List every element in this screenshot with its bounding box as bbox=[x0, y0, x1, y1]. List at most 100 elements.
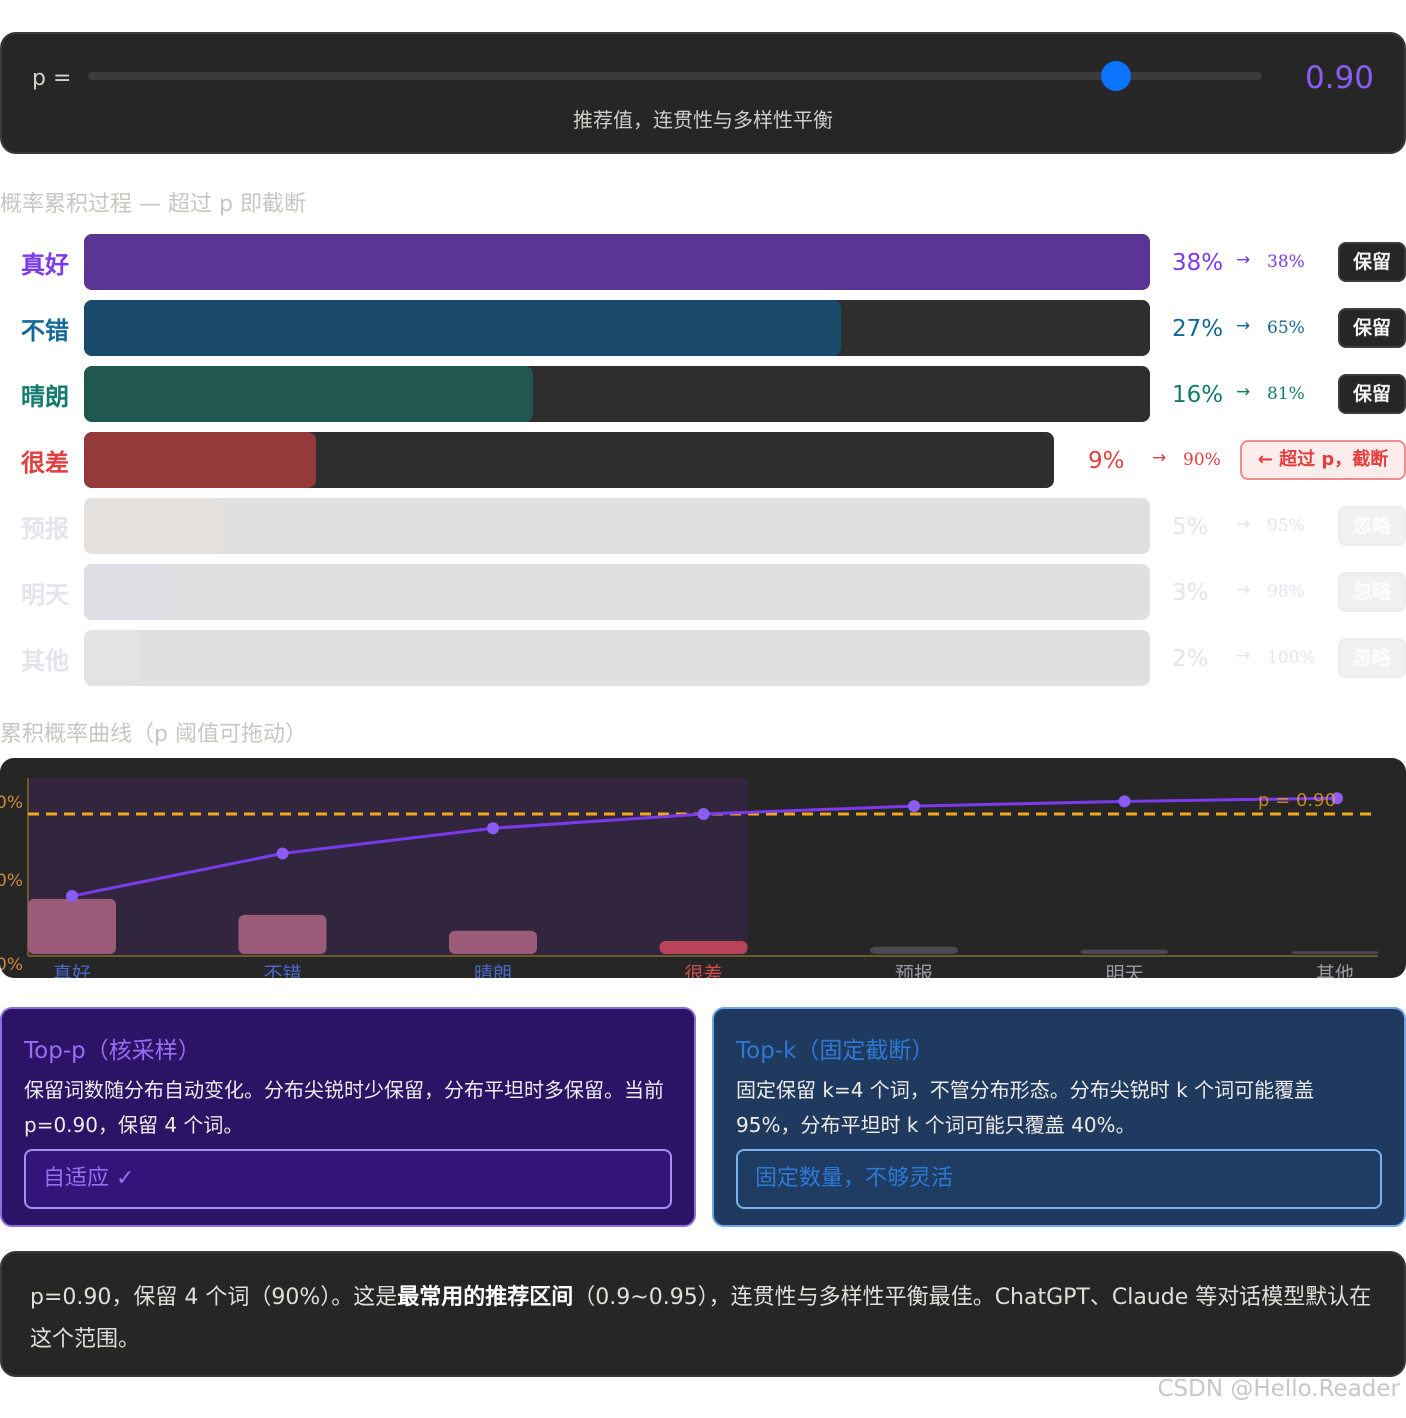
token-row: 明天 3% → 98% 忽略 bbox=[0, 564, 1406, 620]
probability-bar-fill bbox=[84, 564, 168, 620]
probability-bar-fill bbox=[84, 234, 1150, 290]
y-tick-label: 0% bbox=[0, 871, 23, 891]
probability-bar-fill bbox=[84, 300, 841, 356]
cumulative-probability-chart: 0% 0% 0% p = 0.90 真好 不错 晴朗 很差 预报 明天 其他 bbox=[0, 758, 1406, 978]
token-probability: 9% bbox=[1088, 448, 1125, 474]
token-row: 其他 2% → 100% 忽略 bbox=[0, 630, 1406, 686]
token-word: 不错 bbox=[21, 317, 69, 345]
probability-bar-track bbox=[84, 432, 1054, 488]
token-probability: 3% bbox=[1172, 580, 1209, 606]
curve-section-title: 累积概率曲线（p 阈值可拖动） bbox=[0, 722, 307, 747]
summary-panel: p=0.90，保留 4 个词（90%）。这是最常用的推荐区间（0.9~0.95）… bbox=[0, 1251, 1406, 1377]
threshold-label: p = 0.90 bbox=[1258, 790, 1336, 811]
cumulative-probability: 98% bbox=[1267, 582, 1305, 602]
token-row: 很差 9% → 90% ← 超过 p，截断 bbox=[0, 432, 1406, 488]
cumulative-point bbox=[276, 847, 289, 860]
token-word: 真好 bbox=[21, 251, 69, 279]
probability-bar-track bbox=[84, 366, 1150, 422]
slider-hint: 推荐值，连贯性与多样性平衡 bbox=[573, 108, 833, 132]
cumulative-probability: 38% bbox=[1267, 252, 1305, 272]
token-row: 晴朗 16% → 81% 保留 bbox=[0, 366, 1406, 422]
cumulative-probability: 100% bbox=[1267, 648, 1316, 668]
top-k-card: Top-k（固定截断） 固定保留 k=4 个词，不管分布形态。分布尖锐时 k 个… bbox=[712, 1007, 1406, 1227]
token-word: 很差 bbox=[21, 449, 69, 477]
top-k-verdict: 固定数量，不够灵活 bbox=[736, 1149, 1382, 1209]
probability-bar bbox=[238, 914, 327, 954]
p-slider-track[interactable] bbox=[88, 61, 1262, 91]
token-word: 明天 bbox=[21, 581, 69, 609]
watermark: CSDN @Hello.Reader bbox=[1157, 1376, 1401, 1402]
summary-text-emphasis: 最常用的推荐区间 bbox=[397, 1285, 574, 1310]
x-tick-label: 不错 bbox=[263, 963, 301, 978]
arrow-icon: → bbox=[1236, 250, 1251, 270]
x-tick-label: 其他 bbox=[1316, 963, 1354, 978]
probability-bar bbox=[1291, 951, 1379, 954]
token-row: 不错 27% → 65% 保留 bbox=[0, 300, 1406, 356]
probability-bar-fill bbox=[84, 498, 224, 554]
probability-bar-fill bbox=[84, 366, 533, 422]
token-word: 预报 bbox=[21, 515, 69, 543]
probability-bar-track bbox=[84, 564, 1150, 620]
x-tick-label: 真好 bbox=[53, 963, 91, 978]
token-probability: 38% bbox=[1172, 250, 1224, 276]
top-k-card-body: 固定保留 k=4 个词，不管分布形态。分布尖锐时 k 个词可能覆盖 95%，分布… bbox=[736, 1078, 1315, 1137]
probability-bar bbox=[1080, 949, 1169, 954]
status-badge: ← 超过 p，截断 bbox=[1240, 440, 1406, 480]
probability-bar bbox=[659, 940, 748, 954]
arrow-icon: → bbox=[1152, 448, 1167, 468]
probability-bar bbox=[28, 898, 116, 954]
status-badge: 忽略 bbox=[1338, 638, 1406, 678]
status-badge: 保留 bbox=[1338, 308, 1406, 348]
top-p-card: Top-p（核采样） 保留词数随分布自动变化。分布尖锐时少保留，分布平坦时多保留… bbox=[0, 1007, 696, 1227]
token-row: 真好 38% → 38% 保留 bbox=[0, 234, 1406, 290]
arrow-icon: → bbox=[1236, 646, 1251, 666]
chart-svg: 0% 0% 0% p = 0.90 真好 不错 晴朗 很差 预报 明天 其他 bbox=[0, 778, 1379, 978]
arrow-icon: → bbox=[1236, 514, 1251, 534]
probability-bar-track bbox=[84, 498, 1150, 554]
probability-bar-track bbox=[84, 300, 1150, 356]
arrow-icon: → bbox=[1236, 382, 1251, 402]
p-value-readout: 0.90 bbox=[1304, 60, 1374, 96]
summary-text-pre: p=0.90，保留 4 个词（90%）。这是 bbox=[30, 1285, 398, 1310]
token-word: 晴朗 bbox=[21, 383, 69, 411]
y-tick-label: 0% bbox=[0, 793, 23, 813]
slider-label: p = bbox=[32, 66, 72, 91]
status-badge: 保留 bbox=[1338, 242, 1406, 282]
probability-bar-track bbox=[84, 234, 1150, 290]
accumulation-section-title: 概率累积过程 — 超过 p 即截断 bbox=[0, 192, 306, 217]
p-slider-panel: p = 0.90 推荐值，连贯性与多样性平衡 bbox=[0, 32, 1406, 154]
cumulative-probability: 81% bbox=[1267, 384, 1305, 404]
probability-bar bbox=[449, 930, 537, 954]
token-probability: 16% bbox=[1172, 382, 1224, 408]
cumulative-point bbox=[908, 800, 920, 813]
cumulative-probability: 65% bbox=[1267, 318, 1305, 338]
summary-text: p=0.90，保留 4 个词（90%）。这是最常用的推荐区间（0.9~0.95）… bbox=[30, 1277, 1376, 1361]
x-tick-label: 很差 bbox=[684, 963, 722, 978]
probability-bar bbox=[870, 946, 958, 954]
x-tick-label: 晴朗 bbox=[474, 963, 512, 978]
top-p-verdict: 自适应 ✓ bbox=[24, 1149, 672, 1209]
token-probability: 2% bbox=[1172, 646, 1209, 672]
status-badge: 忽略 bbox=[1338, 506, 1406, 546]
arrow-icon: → bbox=[1236, 316, 1251, 336]
x-tick-label: 预报 bbox=[895, 963, 933, 978]
cumulative-point bbox=[66, 890, 78, 903]
token-word: 其他 bbox=[21, 647, 69, 675]
token-row: 预报 5% → 95% 忽略 bbox=[0, 498, 1406, 554]
status-badge: 忽略 bbox=[1338, 572, 1406, 612]
token-probability: 5% bbox=[1172, 514, 1209, 540]
top-k-card-title: Top-k（固定截断） bbox=[736, 1038, 935, 1064]
cumulative-probability: 95% bbox=[1267, 516, 1305, 536]
cumulative-probability: 90% bbox=[1183, 450, 1221, 470]
cumulative-point bbox=[697, 808, 710, 820]
probability-bar-fill bbox=[84, 432, 316, 488]
probability-bar-fill bbox=[84, 630, 140, 686]
cumulative-point bbox=[487, 822, 499, 835]
p-slider-thumb[interactable] bbox=[1101, 61, 1131, 91]
arrow-icon: → bbox=[1236, 580, 1251, 600]
status-badge: 保留 bbox=[1338, 374, 1406, 414]
top-p-card-body: 保留词数随分布自动变化。分布尖锐时少保留，分布平坦时多保留。当前 p=0.90，… bbox=[24, 1078, 664, 1137]
kept-region bbox=[28, 778, 748, 956]
cumulative-point bbox=[1118, 795, 1131, 808]
y-tick-label: 0% bbox=[0, 955, 23, 975]
